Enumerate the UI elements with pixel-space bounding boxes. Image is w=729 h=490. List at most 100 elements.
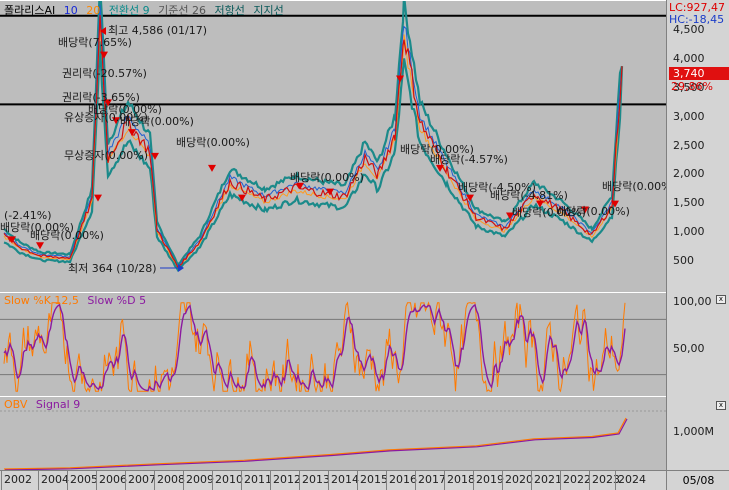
event-marker bbox=[208, 164, 216, 172]
year-label: 2006 bbox=[99, 473, 127, 486]
legend-ticker[interactable]: 폴라리스AI bbox=[4, 4, 55, 17]
year-label: 2010 bbox=[215, 473, 243, 486]
stoch-legend: Slow %K 12,5 Slow %D 5 bbox=[4, 294, 151, 307]
year-separator bbox=[386, 471, 387, 490]
year-label: 2013 bbox=[302, 473, 330, 486]
event-annotation: 배당락(0.00%) bbox=[176, 136, 250, 149]
ytick-2500: 2,500 bbox=[673, 139, 705, 152]
high-label: 최고 4,586 (01/17) bbox=[108, 24, 207, 37]
current-price-badge: 3,740 bbox=[669, 67, 729, 80]
legend-support[interactable]: 지지선 bbox=[253, 4, 283, 17]
legend-resistance[interactable]: 저항선 bbox=[214, 4, 244, 17]
ytick-2000: 2,000 bbox=[673, 167, 705, 180]
obv-axis[interactable]: x 1,000M bbox=[666, 396, 729, 470]
signal-line bbox=[4, 418, 628, 471]
current-date: 05/08 bbox=[666, 470, 729, 490]
slow-d-line bbox=[3, 303, 626, 392]
x-axis[interactable]: 2002 2004 2005 2006 2007 2008 2009 2010 2011 2012… bbox=[0, 470, 666, 490]
ytick-1500: 1,500 bbox=[673, 196, 705, 209]
price-legend: 폴라리스AI 10 20 전환선 9 기준선 26 저항선 지지선 bbox=[4, 2, 289, 18]
year-label: 2015 bbox=[360, 473, 388, 486]
year-label: 2022 bbox=[563, 473, 591, 486]
year-label: 2002 bbox=[4, 473, 32, 486]
year-separator bbox=[96, 471, 97, 490]
obv-ytick-1000m: 1,000M bbox=[673, 425, 714, 438]
legend-signal[interactable]: Signal 9 bbox=[36, 398, 80, 411]
event-annotation: 권리락(-20.57%) bbox=[62, 67, 147, 80]
obv-chart bbox=[0, 410, 666, 471]
year-separator bbox=[560, 471, 561, 490]
ytick-1000: 1,000 bbox=[673, 225, 705, 238]
year-separator bbox=[473, 471, 474, 490]
year-separator bbox=[531, 471, 532, 490]
year-separator bbox=[299, 471, 300, 490]
event-annotation: 배당락(0.00%) bbox=[602, 180, 666, 193]
ytick-3000: 3,000 bbox=[673, 110, 705, 123]
year-label: 2014 bbox=[331, 473, 359, 486]
event-annotation: 배당락(0.00%) bbox=[290, 171, 364, 184]
year-label: 2016 bbox=[389, 473, 417, 486]
year-separator bbox=[589, 471, 590, 490]
year-separator bbox=[502, 471, 503, 490]
year-label: 2011 bbox=[244, 473, 272, 486]
year-label: 2012 bbox=[273, 473, 301, 486]
ytick-4000: 4,000 bbox=[673, 52, 705, 65]
year-label: 2018 bbox=[447, 473, 475, 486]
legend-conversion[interactable]: 전환선 9 bbox=[109, 4, 150, 17]
year-label: 2020 bbox=[505, 473, 533, 486]
year-separator bbox=[67, 471, 68, 490]
year-separator bbox=[270, 471, 271, 490]
year-separator bbox=[38, 471, 39, 490]
obv-close-icon[interactable]: x bbox=[716, 401, 726, 410]
year-label: 2007 bbox=[128, 473, 156, 486]
event-annotation: 무상증자(0.00%) bbox=[64, 149, 148, 162]
event-marker bbox=[94, 194, 102, 202]
event-annotation: 배당락(-4.81%) bbox=[490, 189, 568, 202]
stoch-chart bbox=[0, 301, 666, 394]
low-label: 최저 364 (10/28) bbox=[68, 262, 157, 275]
year-separator bbox=[125, 471, 126, 490]
year-label: 2004 bbox=[41, 473, 69, 486]
year-label: 2024 bbox=[618, 473, 646, 486]
legend-ma10[interactable]: 10 bbox=[64, 4, 78, 17]
year-separator bbox=[212, 471, 213, 490]
stoch-close-icon[interactable]: x bbox=[716, 295, 726, 304]
year-separator bbox=[154, 471, 155, 490]
legend-slow-k[interactable]: Slow %K 12,5 bbox=[4, 294, 79, 307]
legend-ma20[interactable]: 20 bbox=[86, 4, 100, 17]
obv-line bbox=[3, 417, 627, 470]
year-separator bbox=[415, 471, 416, 490]
obv-panel[interactable]: OBV Signal 9 bbox=[0, 396, 666, 472]
event-annotation: 배당락(0.00%) bbox=[556, 205, 630, 218]
stoch-ytick-100: 100,00 bbox=[673, 295, 712, 308]
year-separator bbox=[183, 471, 184, 490]
stoch-panel[interactable]: Slow %K 12,5 Slow %D 5 bbox=[0, 292, 666, 398]
year-separator bbox=[357, 471, 358, 490]
obv-legend: OBV Signal 9 bbox=[4, 398, 85, 411]
year-separator bbox=[615, 471, 616, 490]
price-panel[interactable]: 배당락(7.65%) 권리락(-20.57%) 권리락(-3.65%) 배당락(0.0… bbox=[0, 0, 666, 294]
stoch-ytick-50: 50,00 bbox=[673, 342, 705, 355]
year-label: 2005 bbox=[70, 473, 98, 486]
stoch-axis[interactable]: x 100,00 50,00 bbox=[666, 292, 729, 396]
ytick-4500: 4,500 bbox=[673, 23, 705, 36]
event-marker bbox=[36, 242, 44, 250]
legend-base[interactable]: 기준선 26 bbox=[158, 4, 206, 17]
year-separator bbox=[328, 471, 329, 490]
event-annotation: 배당락(0.00%) bbox=[30, 229, 104, 242]
price-chart: 배당락(7.65%)권리락(-20.57%)권리락(-3.65%)배당락(0.0… bbox=[0, 1, 666, 275]
year-label: 2008 bbox=[157, 473, 185, 486]
year-label: 2017 bbox=[418, 473, 446, 486]
event-annotation: 배당락(0.00%) bbox=[120, 115, 194, 128]
legend-slow-d[interactable]: Slow %D 5 bbox=[87, 294, 146, 307]
current-change: 29,86% bbox=[671, 80, 713, 93]
year-separator bbox=[1, 471, 2, 490]
year-label: 2009 bbox=[186, 473, 214, 486]
year-separator bbox=[444, 471, 445, 490]
year-separator bbox=[241, 471, 242, 490]
year-label: 2019 bbox=[476, 473, 504, 486]
legend-obv[interactable]: OBV bbox=[4, 398, 27, 411]
ytick-500: 500 bbox=[673, 254, 694, 267]
event-annotation: 배당락(7.65%) bbox=[58, 36, 132, 49]
price-axis[interactable]: LC:927,47 HC:-18,45 4,500 4,000 3,500 3,… bbox=[666, 0, 729, 292]
